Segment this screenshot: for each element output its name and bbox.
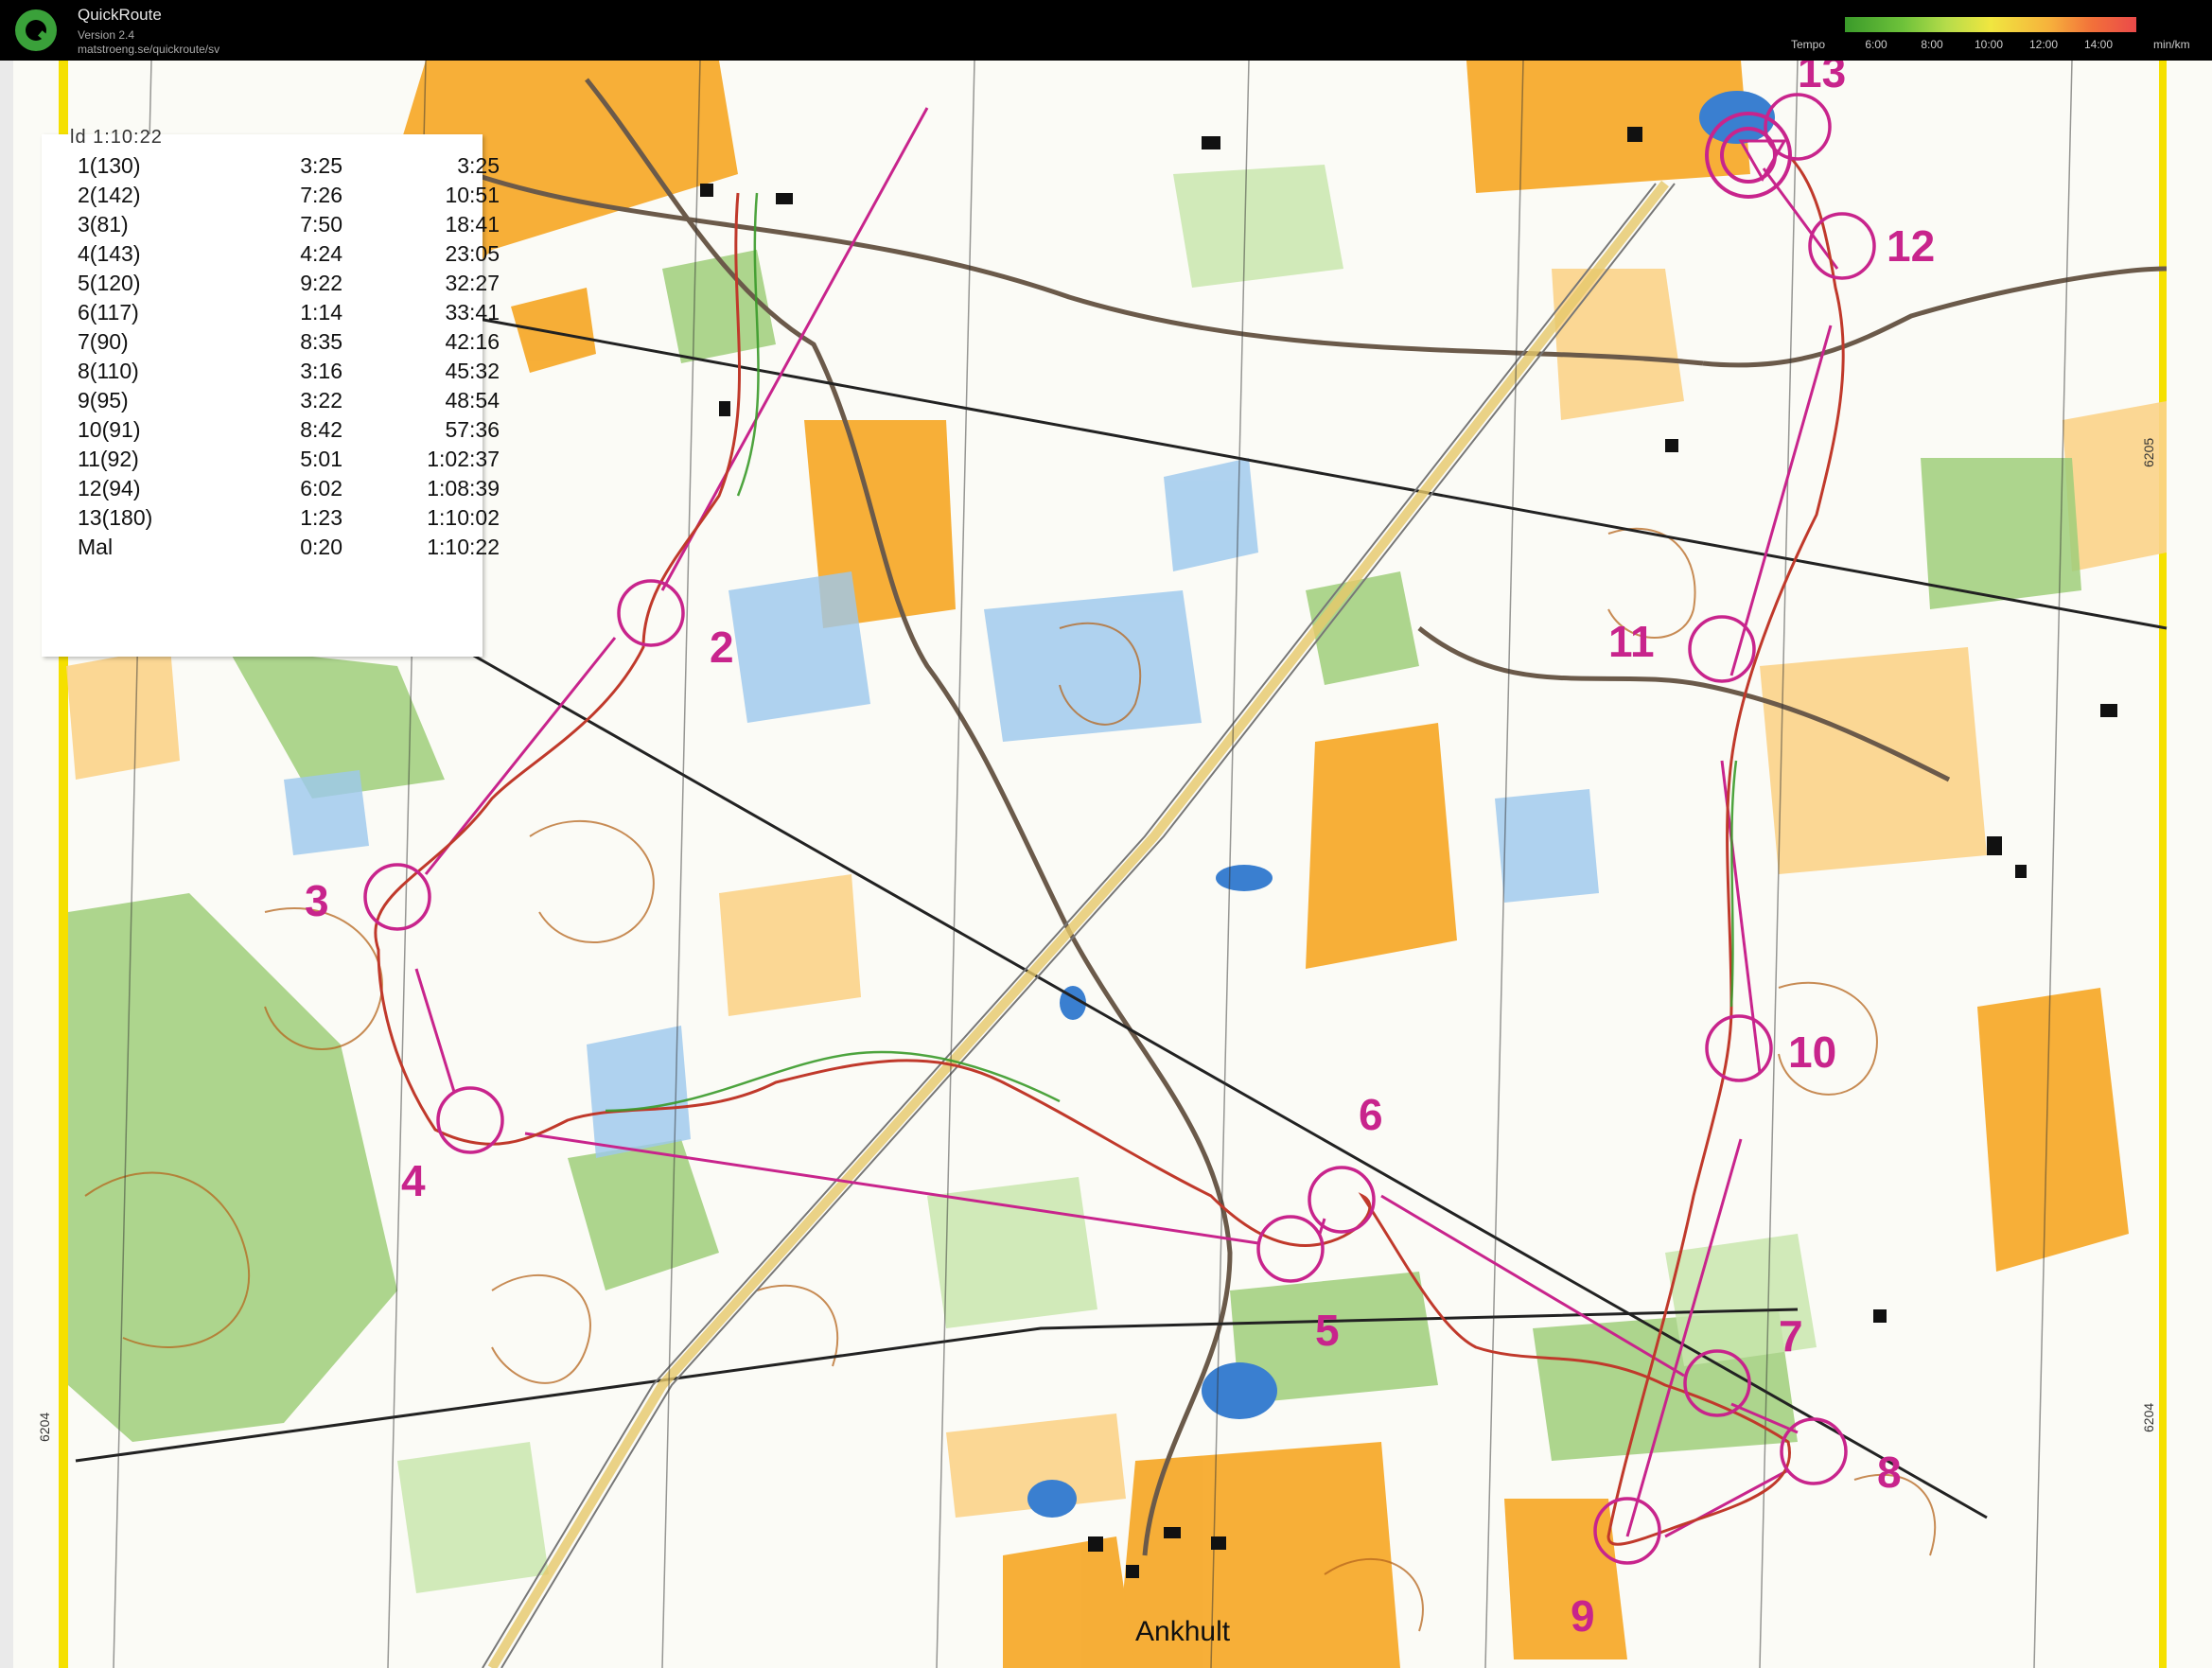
split-row: 12(94) 6:02 1:08:39 — [42, 476, 500, 505]
split-leg-time: 1:14 — [300, 300, 342, 325]
split-control: 7(90) — [78, 329, 129, 354]
split-control: 4(143) — [78, 241, 141, 266]
tempo-unit: min/km — [2153, 38, 2190, 51]
split-cumulative-time: 1:10:02 — [427, 505, 500, 530]
map-border-right — [2159, 61, 2167, 1668]
control-label-5: 5 — [1315, 1306, 1340, 1355]
split-leg-time: 3:22 — [300, 388, 342, 413]
split-control: 13(180) — [78, 505, 153, 530]
split-control: 11(92) — [78, 447, 139, 471]
control-label-13: 13 — [1798, 61, 1846, 97]
split-control: 9(95) — [78, 388, 129, 413]
split-row: 3(81) 7:50 18:41 — [42, 212, 500, 241]
control-label-3: 3 — [305, 876, 329, 925]
split-row: 2(142) 7:26 10:51 — [42, 183, 500, 212]
split-row: 6(117) 1:14 33:41 — [42, 300, 500, 329]
control-label-4: 4 — [401, 1156, 426, 1205]
control-label-8: 8 — [1877, 1448, 1902, 1497]
split-cumulative-time: 33:41 — [445, 300, 500, 325]
split-row: 7(90) 8:35 42:16 — [42, 329, 500, 359]
split-row: 11(92) 5:01 1:02:37 — [42, 447, 500, 476]
tempo-tick: 14:00 — [2083, 38, 2114, 51]
grid-label-right-upper: 6205 — [2141, 438, 2156, 467]
control-label-9: 9 — [1571, 1591, 1595, 1641]
tempo-tick: 12:00 — [2028, 38, 2059, 51]
split-leg-time: 4:24 — [300, 241, 342, 266]
split-cumulative-time: 48:54 — [445, 388, 500, 413]
split-control: 8(110) — [78, 359, 139, 383]
split-row: 8(110) 3:16 45:32 — [42, 359, 500, 388]
split-cumulative-time: 18:41 — [445, 212, 500, 237]
split-cumulative-time: 45:32 — [445, 359, 500, 383]
split-cumulative-time: 32:27 — [445, 271, 500, 295]
app-version: Version 2.4 — [78, 28, 135, 42]
control-label-10: 10 — [1788, 1027, 1836, 1077]
split-times-header: ld 1:10:22 — [70, 127, 163, 148]
split-row: 13(180) 1:23 1:10:02 — [42, 505, 500, 535]
split-row: 10(91) 8:42 57:36 — [42, 417, 500, 447]
split-control: Mal — [78, 535, 114, 559]
grid-label-right-lower: 6204 — [2141, 1403, 2156, 1432]
split-cumulative-time: 57:36 — [445, 417, 500, 442]
split-control: 5(120) — [78, 271, 141, 295]
split-leg-time: 8:35 — [300, 329, 342, 354]
app-title: QuickRoute — [78, 6, 162, 24]
control-label-12: 12 — [1887, 221, 1935, 271]
split-control: 3(81) — [78, 212, 129, 237]
control-label-6: 6 — [1359, 1090, 1383, 1139]
split-row: 1(130) 3:25 3:25 — [42, 153, 500, 183]
split-leg-time: 6:02 — [300, 476, 342, 500]
split-leg-time: 3:25 — [300, 153, 342, 178]
control-label-11: 11 — [1608, 617, 1655, 666]
place-name: Ankhult — [1135, 1616, 1231, 1647]
split-control: 12(94) — [78, 476, 141, 500]
split-cumulative-time: 42:16 — [445, 329, 500, 354]
tempo-tick: 6:00 — [1865, 38, 1887, 51]
app-url: matstroeng.se/quickroute/sv — [78, 43, 220, 56]
control-label-2: 2 — [710, 623, 734, 672]
split-leg-time: 8:42 — [300, 417, 342, 442]
tempo-tick: 10:00 — [1974, 38, 2004, 51]
split-cumulative-time: 1:08:39 — [427, 476, 500, 500]
split-row: Mal 0:20 1:10:22 — [42, 535, 500, 564]
split-leg-time: 0:20 — [300, 535, 342, 559]
split-leg-time: 3:16 — [300, 359, 342, 383]
split-control: 1(130) — [78, 153, 141, 178]
map-canvas[interactable]: 2 3 4 5 6 7 8 9 10 11 12 13 Ankhult 6204… — [0, 61, 2212, 1668]
split-cumulative-time: 3:25 — [457, 153, 500, 178]
split-row: 9(95) 3:22 48:54 — [42, 388, 500, 417]
tempo-label: Tempo — [1791, 38, 1826, 51]
split-leg-time: 7:50 — [300, 212, 342, 237]
split-cumulative-time: 10:51 — [445, 183, 500, 207]
split-row: 4(143) 4:24 23:05 — [42, 241, 500, 271]
split-leg-time: 7:26 — [300, 183, 342, 207]
split-control: 6(117) — [78, 300, 139, 325]
split-times-card: ld 1:10:22 1(130) 3:25 3:25 2(142) 7:26 10:51… — [42, 127, 500, 657]
split-cumulative-time: 1:02:37 — [427, 447, 500, 471]
tempo-color-scale — [1845, 17, 2136, 32]
split-leg-time: 9:22 — [300, 271, 342, 295]
title-bar: QuickRoute Version 2.4 matstroeng.se/qui… — [0, 0, 2212, 61]
tempo-tick: 8:00 — [1921, 38, 1943, 51]
split-row: 5(120) 9:22 32:27 — [42, 271, 500, 300]
quickroute-logo-icon — [15, 9, 57, 51]
control-label-7: 7 — [1779, 1311, 1803, 1361]
split-control: 10(91) — [78, 417, 141, 442]
split-cumulative-time: 1:10:22 — [427, 535, 500, 559]
split-control: 2(142) — [78, 183, 141, 207]
split-cumulative-time: 23:05 — [445, 241, 500, 266]
split-leg-time: 5:01 — [300, 447, 342, 471]
tempo-ticks: 6:00 8:00 10:00 12:00 14:00 — [1845, 38, 2136, 53]
split-leg-time: 1:23 — [300, 505, 342, 530]
grid-label-left: 6204 — [37, 1413, 52, 1442]
